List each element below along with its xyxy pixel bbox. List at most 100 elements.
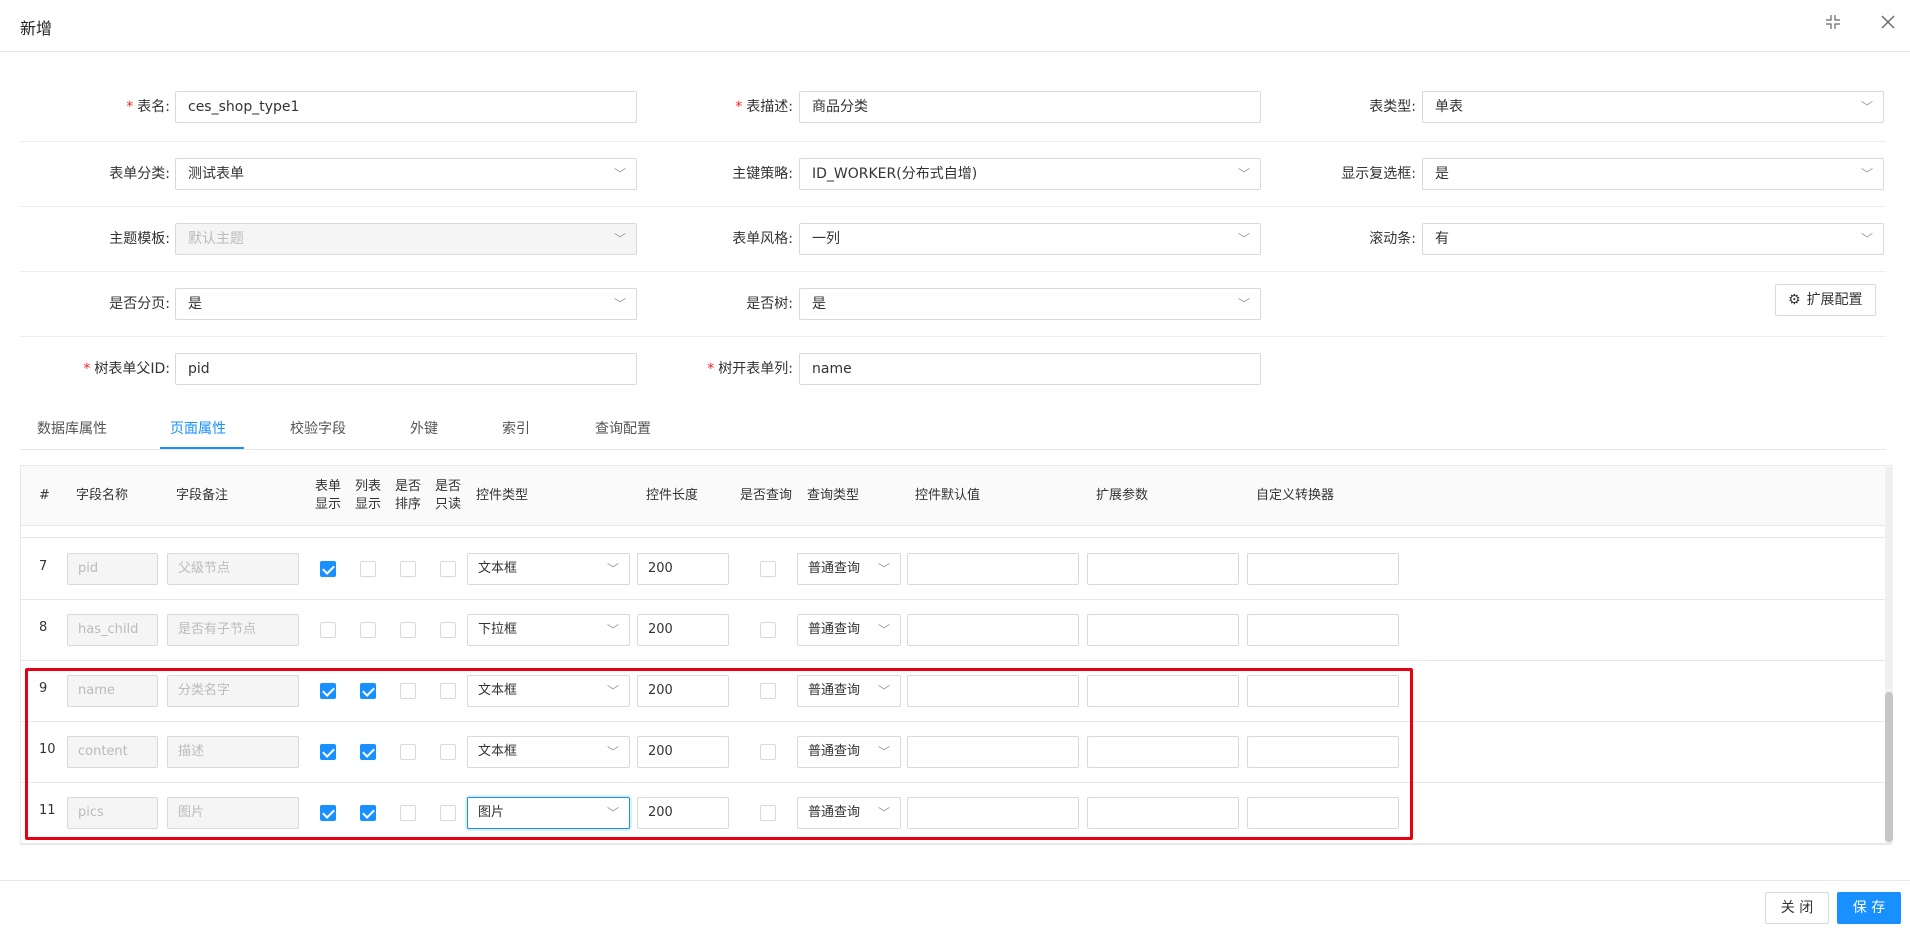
table-scrollbar[interactable] xyxy=(1885,467,1893,843)
tree-open-col-label: * 树开表单列: xyxy=(707,361,793,377)
control-type-select[interactable]: 文本框 ﹀ xyxy=(467,675,630,707)
query-type-select[interactable]: 普通查询 ﹀ xyxy=(797,736,901,768)
is-query-checkbox[interactable] xyxy=(760,683,776,699)
control-type-select[interactable]: 图片 ﹀ xyxy=(467,797,630,829)
list-show-checkbox[interactable] xyxy=(360,622,376,638)
is-query-checkbox[interactable] xyxy=(760,805,776,821)
chevron-down-icon: ﹀ xyxy=(606,806,619,820)
ext-params-input[interactable] xyxy=(1087,736,1239,768)
control-length-input[interactable]: 200 xyxy=(637,797,729,829)
default-value-input[interactable] xyxy=(907,736,1079,768)
converter-input[interactable] xyxy=(1247,614,1399,646)
table-type-select[interactable]: 单表 ﹀ xyxy=(1422,91,1884,123)
form-show-checkbox[interactable] xyxy=(320,805,336,821)
tree-parent-input[interactable]: pid xyxy=(175,353,637,385)
col-num: # xyxy=(39,488,50,503)
readonly-checkbox[interactable] xyxy=(440,561,456,577)
readonly-checkbox[interactable] xyxy=(440,683,456,699)
form-category-select[interactable]: 测试表单 ﹀ xyxy=(175,158,637,190)
is-query-checkbox[interactable] xyxy=(760,622,776,638)
form-show-checkbox[interactable] xyxy=(320,744,336,760)
sort-checkbox[interactable] xyxy=(400,744,416,760)
tab-db-props[interactable]: 数据库属性 xyxy=(37,418,107,438)
converter-input[interactable] xyxy=(1247,553,1399,585)
default-value-input[interactable] xyxy=(907,797,1079,829)
ext-params-input[interactable] xyxy=(1087,614,1239,646)
readonly-checkbox[interactable] xyxy=(440,622,456,638)
tab-query-config[interactable]: 查询配置 xyxy=(595,418,651,438)
converter-input[interactable] xyxy=(1247,736,1399,768)
tab-foreign-key[interactable]: 外键 xyxy=(410,418,438,438)
control-type-select[interactable]: 文本框 ﹀ xyxy=(467,553,630,585)
list-show-checkbox[interactable] xyxy=(360,744,376,760)
tab-bar: 数据库属性 页面属性 校验字段 外键 索引 查询配置 xyxy=(20,410,1886,450)
modal-title: 新增 xyxy=(20,19,53,38)
close-button[interactable]: 关 闭 xyxy=(1765,892,1829,924)
is-query-checkbox[interactable] xyxy=(760,744,776,760)
ext-config-button[interactable]: ⚙ 扩展配置 xyxy=(1775,284,1876,316)
control-type-select[interactable]: 文本框 ﹀ xyxy=(467,736,630,768)
query-type-select[interactable]: 普通查询 ﹀ xyxy=(797,553,901,585)
chevron-down-icon: ﹀ xyxy=(1237,232,1250,246)
query-type-select[interactable]: 普通查询 ﹀ xyxy=(797,675,901,707)
form-show-checkbox[interactable] xyxy=(320,622,336,638)
table-name-input[interactable]: ces_shop_type1 xyxy=(175,91,637,123)
table-desc-input[interactable]: 商品分类 xyxy=(799,91,1261,123)
default-value-input[interactable] xyxy=(907,675,1079,707)
compress-icon[interactable] xyxy=(1823,14,1843,34)
control-length-input[interactable]: 200 xyxy=(637,553,729,585)
sort-checkbox[interactable] xyxy=(400,561,416,577)
chevron-down-icon: ﹀ xyxy=(613,232,626,246)
col-field-note: 字段备注 xyxy=(176,488,229,503)
form-category-label: 表单分类: xyxy=(109,166,170,182)
default-value-input[interactable] xyxy=(907,614,1079,646)
readonly-checkbox[interactable] xyxy=(440,744,456,760)
control-length-input[interactable]: 200 xyxy=(637,614,729,646)
table-row: 7 pid 父级节点 文本框 ﹀ 200 普通查询 ﹀ xyxy=(21,539,1891,600)
close-icon[interactable] xyxy=(1878,14,1898,34)
col-field-name: 字段名称 xyxy=(76,488,129,503)
control-type-select[interactable]: 下拉框 ﹀ xyxy=(467,614,630,646)
sort-checkbox[interactable] xyxy=(400,683,416,699)
control-length-input[interactable]: 200 xyxy=(637,675,729,707)
scroll-thumb[interactable] xyxy=(1885,692,1893,842)
pk-strategy-select[interactable]: ID_WORKER(分布式自增) ﹀ xyxy=(799,158,1261,190)
show-checkbox-select[interactable]: 是 ﹀ xyxy=(1422,158,1884,190)
chevron-down-icon: ﹀ xyxy=(877,623,890,637)
tab-page-props[interactable]: 页面属性 xyxy=(170,418,226,438)
form-show-checkbox[interactable] xyxy=(320,683,336,699)
control-length-input[interactable]: 200 xyxy=(637,736,729,768)
field-note-input: 父级节点 xyxy=(167,553,299,585)
scrollbar-select[interactable]: 有 ﹀ xyxy=(1422,223,1884,255)
tab-validation[interactable]: 校验字段 xyxy=(290,418,346,438)
list-show-checkbox[interactable] xyxy=(360,683,376,699)
query-type-select[interactable]: 普通查询 ﹀ xyxy=(797,614,901,646)
form-show-checkbox[interactable] xyxy=(320,561,336,577)
tab-index[interactable]: 索引 xyxy=(502,418,530,438)
sort-checkbox[interactable] xyxy=(400,805,416,821)
field-note-input: 图片 xyxy=(167,797,299,829)
ext-params-input[interactable] xyxy=(1087,797,1239,829)
is-query-checkbox[interactable] xyxy=(760,561,776,577)
sort-checkbox[interactable] xyxy=(400,622,416,638)
list-show-checkbox[interactable] xyxy=(360,805,376,821)
readonly-checkbox[interactable] xyxy=(440,805,456,821)
chevron-down-icon: ﹀ xyxy=(613,297,626,311)
form-style-select[interactable]: 一列 ﹀ xyxy=(799,223,1261,255)
default-value-input[interactable] xyxy=(907,553,1079,585)
converter-input[interactable] xyxy=(1247,797,1399,829)
col-readonly: 是否 只读 xyxy=(434,479,461,512)
is-tree-label: 是否树: xyxy=(746,296,793,312)
gear-icon: ⚙ xyxy=(1788,292,1801,308)
ext-params-input[interactable] xyxy=(1087,675,1239,707)
list-show-checkbox[interactable] xyxy=(360,561,376,577)
converter-input[interactable] xyxy=(1247,675,1399,707)
row-number: 10 xyxy=(39,742,56,757)
ext-params-input[interactable] xyxy=(1087,553,1239,585)
is-tree-select[interactable]: 是 ﹀ xyxy=(799,288,1261,320)
field-name-input: pid xyxy=(67,553,158,585)
save-button[interactable]: 保 存 xyxy=(1837,892,1901,924)
tree-open-col-input[interactable]: name xyxy=(799,353,1261,385)
pagination-select[interactable]: 是 ﹀ xyxy=(175,288,637,320)
query-type-select[interactable]: 普通查询 ﹀ xyxy=(797,797,901,829)
